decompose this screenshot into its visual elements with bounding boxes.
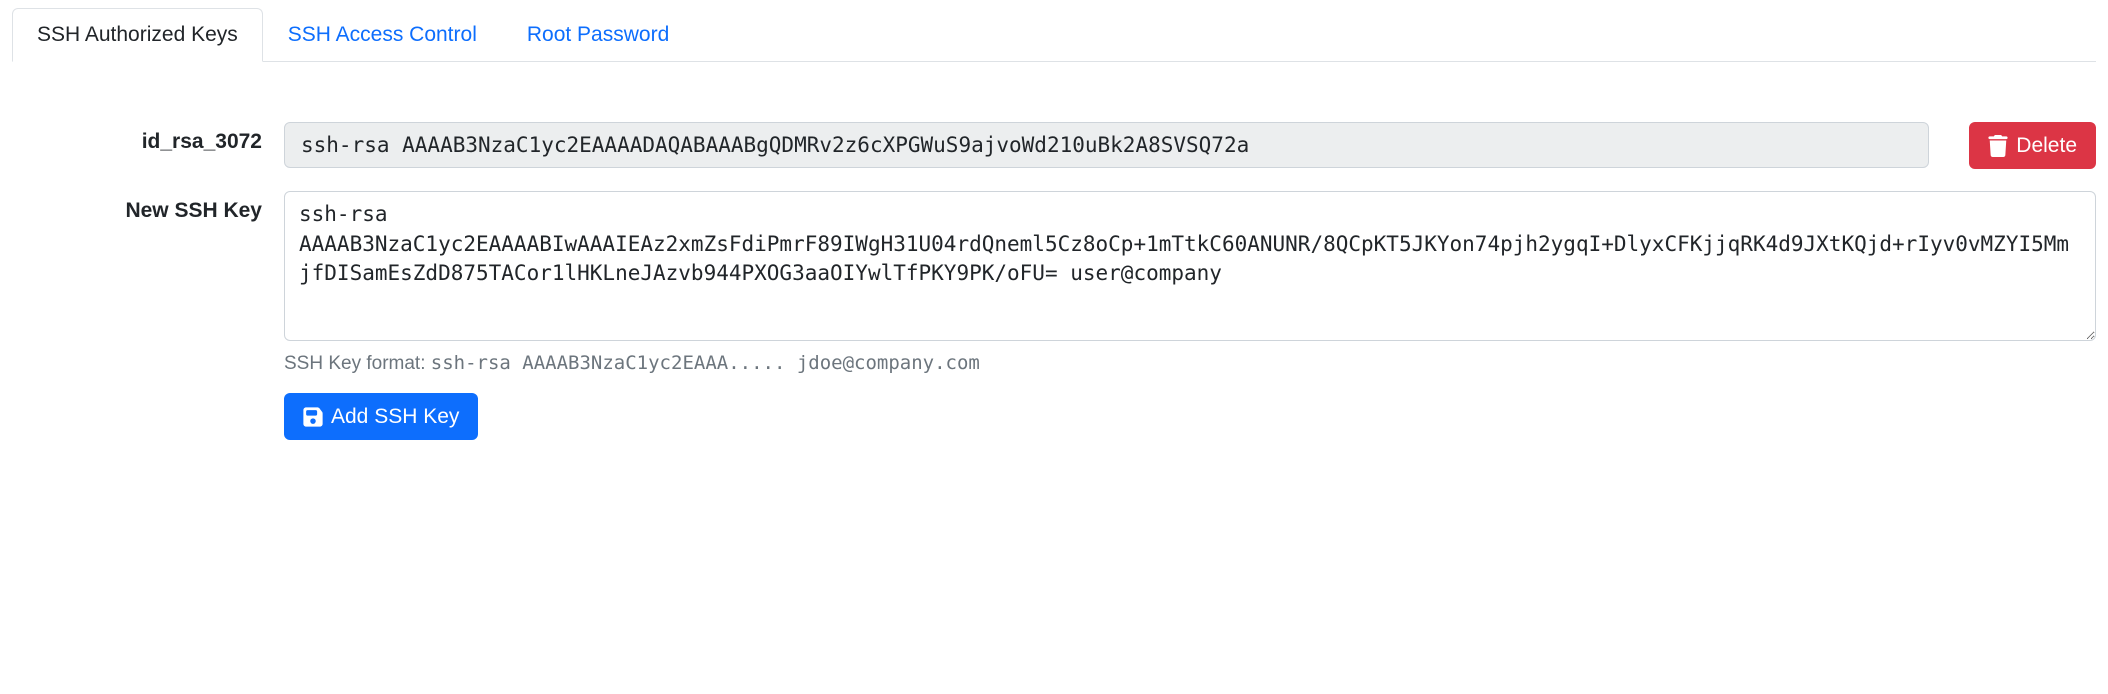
- new-key-row: New SSH Key SSH Key format: ssh-rsa AAAA…: [12, 191, 2096, 440]
- delete-key-label: Delete: [2016, 133, 2077, 158]
- tabs-container: SSH Authorized Keys SSH Access Control R…: [12, 8, 2096, 62]
- existing-key-row: id_rsa_3072 ssh-rsa AAAAB3NzaC1yc2EAAAAD…: [12, 122, 2096, 169]
- trash-icon: [1988, 135, 2008, 157]
- existing-key-value: ssh-rsa AAAAB3NzaC1yc2EAAAADAQABAAABgQDM…: [284, 122, 1929, 168]
- tab-ssh-access-control[interactable]: SSH Access Control: [263, 8, 502, 62]
- tab-ssh-authorized-keys[interactable]: SSH Authorized Keys: [12, 8, 263, 62]
- tab-root-password[interactable]: Root Password: [502, 8, 694, 62]
- save-icon: [303, 406, 323, 428]
- new-key-textarea[interactable]: [284, 191, 2096, 341]
- new-key-label: New SSH Key: [12, 191, 262, 223]
- tab-content: id_rsa_3072 ssh-rsa AAAAB3NzaC1yc2EAAAAD…: [12, 62, 2096, 440]
- key-format-hint: SSH Key format: ssh-rsa AAAAB3NzaC1yc2EA…: [284, 352, 2096, 375]
- existing-key-label: id_rsa_3072: [12, 122, 262, 154]
- add-ssh-key-label: Add SSH Key: [331, 404, 459, 429]
- delete-key-button[interactable]: Delete: [1969, 122, 2096, 169]
- add-ssh-key-button[interactable]: Add SSH Key: [284, 393, 478, 440]
